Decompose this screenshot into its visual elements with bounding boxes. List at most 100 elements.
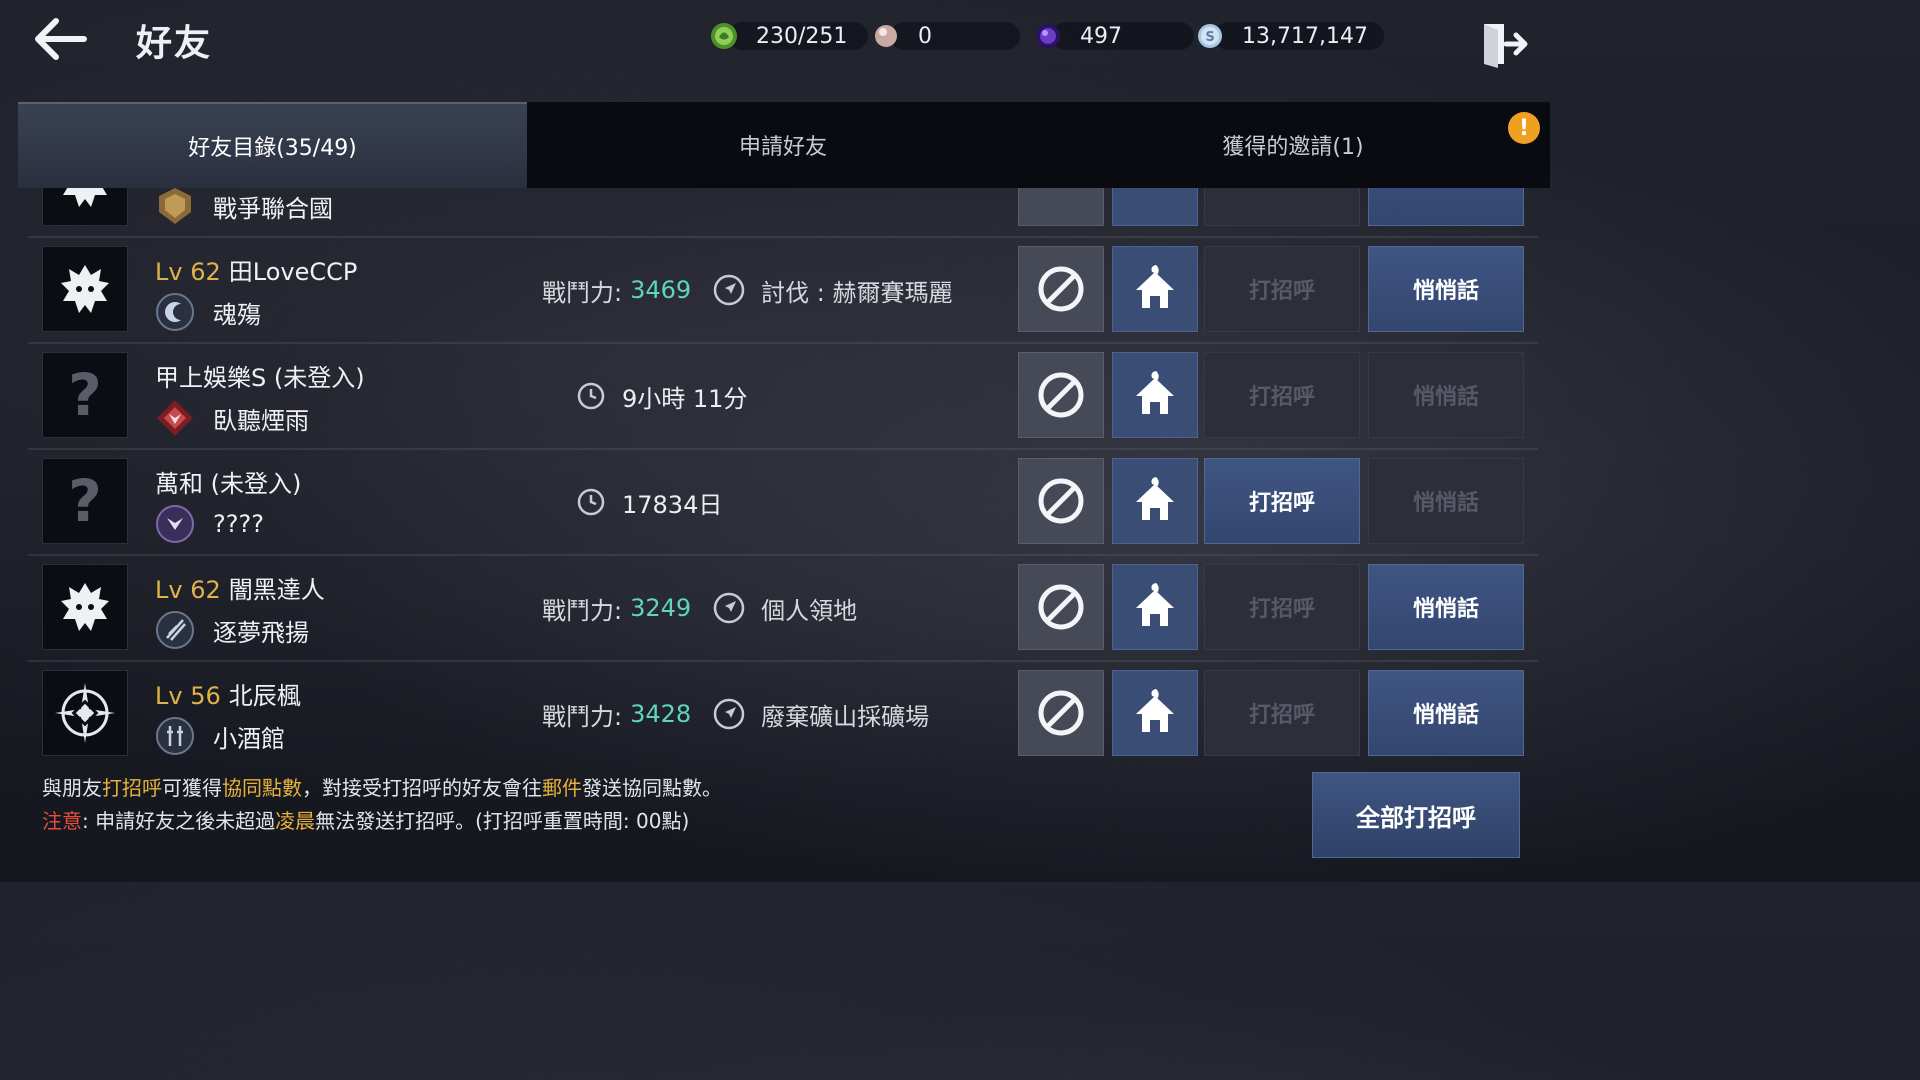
footer-notice: 與朋友打招呼可獲得協同點數，對接受打招呼的好友會往郵件發送協同點數。 注意: 申… — [42, 772, 722, 838]
friend-name: 萬和 (未登入) — [155, 470, 302, 498]
beast-crest-icon — [61, 583, 109, 631]
greet-button[interactable]: 打招呼 — [1204, 458, 1360, 544]
notice-text: 與朋友 — [42, 776, 102, 800]
location-pointer-icon — [713, 592, 745, 624]
stamina-value: 230/251 — [756, 23, 848, 49]
guild-line: 戰爭聯合國 — [155, 188, 333, 226]
last-seen-text: 17834日 — [622, 490, 723, 519]
visit-home-button[interactable] — [1112, 246, 1198, 332]
avatar — [42, 246, 128, 332]
whisper-button[interactable]: 悄悄話 — [1368, 352, 1524, 438]
notice-text: 可獲得 — [162, 776, 222, 800]
guild-name: 臥聽煙雨 — [213, 406, 309, 435]
power-value: 3249 — [630, 594, 692, 622]
visit-home-button[interactable] — [1112, 564, 1198, 650]
friend-name-line: Lv 62 闇黑達人 — [155, 570, 325, 605]
alert-badge: ! — [1508, 112, 1540, 144]
block-button[interactable] — [1018, 458, 1104, 544]
whisper-button[interactable]: 悄悄話 — [1368, 458, 1524, 544]
greet-button[interactable]: 打招呼 — [1204, 246, 1360, 332]
notice-highlight: 協同點數 — [222, 776, 302, 800]
guild-emblem-icon — [155, 398, 195, 438]
notice-highlight: 凌晨 — [275, 809, 316, 833]
visit-home-button[interactable] — [1112, 352, 1198, 438]
home-icon — [1136, 265, 1174, 308]
power-line: 戰鬥力: 3249 個人領地 — [542, 588, 857, 628]
currency-purple-crystal: 497 — [1034, 18, 1194, 54]
block-button[interactable] — [1018, 188, 1104, 226]
friend-name: 北辰楓 — [228, 682, 301, 710]
notice-highlight: 郵件 — [542, 776, 582, 800]
tab-bar: 好友目錄(35/49) 申請好友 獲得的邀請(1) — [18, 102, 1550, 188]
notice-text: : 申請好友之後未超過 — [82, 809, 276, 833]
friend-name: 田LoveCCP — [228, 258, 358, 286]
block-button[interactable] — [1018, 352, 1104, 438]
friend-list: 戰爭聯合國 Lv 62 田LoveCCP 魂殤 戰鬥力: 3469 討伐 : 赫爾… — [28, 188, 1538, 758]
visit-home-button[interactable] — [1112, 188, 1198, 226]
block-button[interactable] — [1018, 564, 1104, 650]
block-icon — [1038, 478, 1084, 524]
whisper-button[interactable]: 悄悄話 — [1368, 670, 1524, 756]
friend-name-line: 甲上娛樂S (未登入) — [155, 358, 365, 393]
pearl-icon — [875, 25, 897, 47]
notice-text: ，對接受打招呼的好友會往 — [302, 776, 542, 800]
visit-home-button[interactable] — [1112, 670, 1198, 756]
last-seen-line: 9小時 11分 — [576, 376, 747, 416]
friend-row: Lv 62 闇黑達人 逐夢飛揚 戰鬥力: 3249 個人領地 打招呼 悄悄話 — [28, 556, 1538, 662]
tab-friend-request[interactable]: 申請好友 — [528, 102, 1038, 188]
power-value: 3428 — [630, 700, 692, 728]
friend-name-line: Lv 62 田LoveCCP — [155, 252, 357, 287]
location-pointer-icon — [713, 698, 745, 730]
guild-emblem-icon — [155, 188, 195, 226]
block-icon — [1038, 266, 1084, 312]
guild-emblem-icon — [155, 610, 195, 650]
location-text: 個人領地 — [761, 596, 858, 625]
silver-value: 13,717,147 — [1242, 23, 1368, 49]
arrow-left-icon — [35, 18, 87, 60]
guild-name: 魂殤 — [213, 300, 261, 329]
unknown-avatar-icon: ? — [68, 467, 102, 535]
greet-button[interactable]: 打招呼 — [1204, 670, 1360, 756]
friend-row: Lv 56 北辰楓 小酒館 戰鬥力: 3428 廢棄礦山採礦場 打招呼 悄悄話 — [28, 662, 1538, 758]
friend-name-line: Lv 56 北辰楓 — [155, 676, 301, 711]
page-title: 好友 — [136, 23, 213, 64]
tab-friend-list[interactable]: 好友目錄(35/49) — [18, 102, 527, 188]
green-orb-icon — [711, 23, 737, 49]
avatar — [42, 670, 128, 756]
last-seen-line: 17834日 — [576, 482, 722, 522]
greet-button[interactable]: 打招呼 — [1204, 352, 1360, 438]
guild-name: ???? — [213, 510, 264, 538]
currency-pearl: 0 — [872, 18, 1020, 54]
purple-crystal-value: 497 — [1080, 23, 1122, 49]
guild-name: 戰爭聯合國 — [213, 194, 333, 223]
greet-button[interactable]: 打招呼 — [1204, 564, 1360, 650]
whisper-button[interactable]: 悄悄話 — [1368, 564, 1524, 650]
guild-name: 小酒館 — [213, 724, 285, 753]
notice-highlight: 打招呼 — [102, 776, 162, 800]
block-button[interactable] — [1018, 246, 1104, 332]
friend-name-line: 萬和 (未登入) — [155, 464, 301, 499]
exit-button[interactable] — [1480, 18, 1530, 70]
home-icon — [1136, 477, 1174, 520]
greet-button[interactable] — [1204, 188, 1360, 226]
tab-received-invitations[interactable]: 獲得的邀請(1) — [1038, 102, 1548, 188]
silver-coin-icon: S — [1198, 24, 1222, 48]
guild-line: 臥聽煙雨 — [155, 398, 309, 438]
back-button[interactable] — [30, 16, 90, 62]
whisper-button[interactable]: 悄悄話 — [1368, 246, 1524, 332]
guild-emblem-icon — [155, 716, 195, 756]
whisper-button[interactable] — [1368, 188, 1524, 226]
visit-home-button[interactable] — [1112, 458, 1198, 544]
guild-emblem-icon — [155, 504, 195, 544]
avatar — [42, 564, 128, 650]
home-icon — [1136, 689, 1174, 732]
notice-line-2: 注意: 申請好友之後未超過凌晨無法發送打招呼。(打招呼重置時間: 00點) — [42, 805, 722, 838]
guild-line: 逐夢飛揚 — [155, 610, 309, 650]
svg-text:S: S — [1205, 30, 1214, 45]
block-button[interactable] — [1018, 670, 1104, 756]
block-icon — [1038, 584, 1084, 630]
avatar: ? — [42, 352, 128, 438]
friend-level: Lv 56 — [155, 682, 221, 710]
avatar — [42, 188, 128, 226]
greet-all-button[interactable]: 全部打招呼 — [1312, 772, 1520, 858]
